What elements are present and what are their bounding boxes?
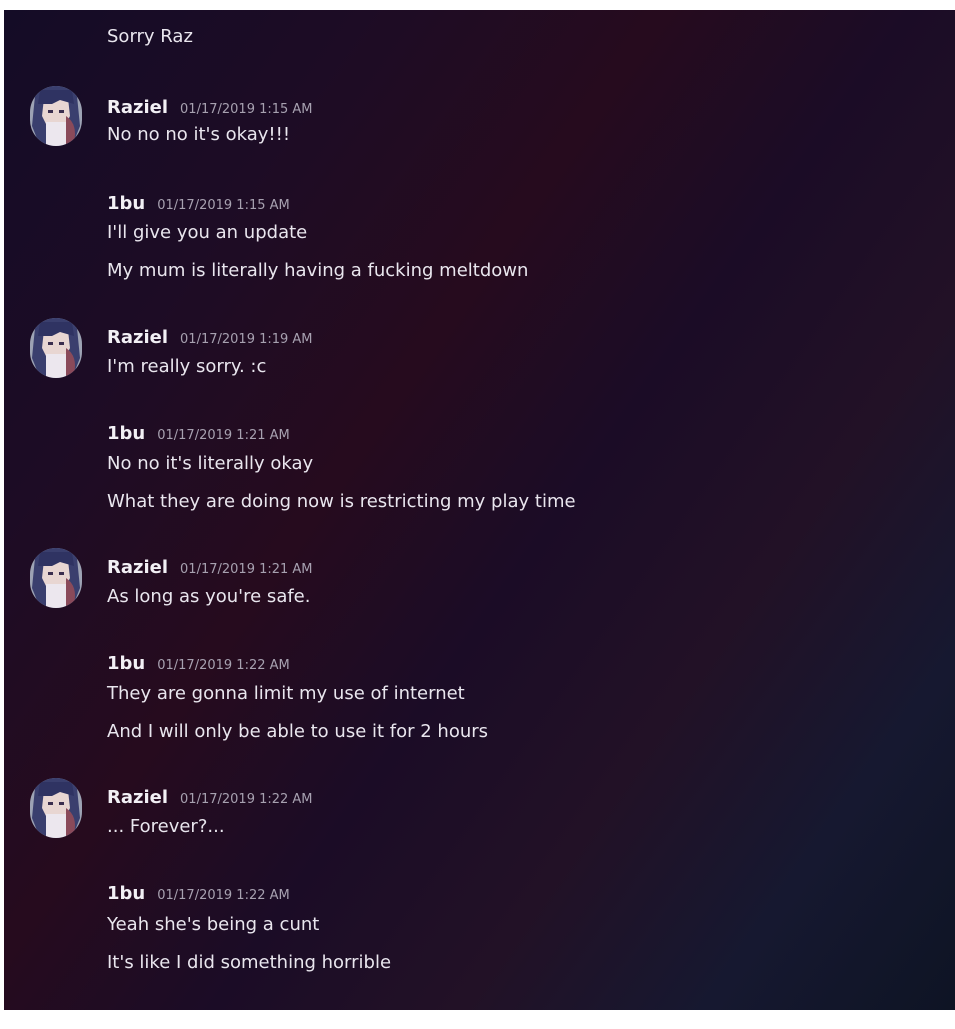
message-line: No no it's literally okay — [107, 453, 314, 474]
username[interactable]: Raziel — [107, 786, 168, 810]
timestamp: 01/17/2019 1:19 AM — [180, 332, 313, 347]
timestamp: 01/17/2019 1:21 AM — [180, 562, 313, 577]
message-line: Sorry Raz — [107, 26, 193, 47]
timestamp: 01/17/2019 1:22 AM — [157, 888, 290, 903]
message-line: As long as you're safe. — [107, 586, 311, 607]
timestamp: 01/17/2019 1:22 AM — [180, 792, 313, 807]
avatar[interactable] — [30, 778, 82, 838]
anime-character-avatar-icon — [30, 318, 82, 378]
avatar[interactable] — [30, 318, 82, 378]
username[interactable]: Raziel — [107, 556, 168, 580]
message-line: ... Forever?... — [107, 816, 225, 837]
timestamp: 01/17/2019 1:22 AM — [157, 658, 290, 673]
username[interactable]: 1bu — [107, 882, 145, 906]
message-line: What they are doing now is restricting m… — [107, 491, 576, 512]
message-line: It's like I did something horrible — [107, 952, 392, 973]
anime-character-avatar-icon — [30, 86, 82, 146]
username[interactable]: Raziel — [107, 96, 168, 120]
anime-character-avatar-icon — [30, 548, 82, 608]
username[interactable]: 1bu — [107, 422, 145, 446]
username[interactable]: 1bu — [107, 652, 145, 676]
message-line: My mum is literally having a fucking mel… — [107, 260, 529, 281]
avatar[interactable] — [30, 548, 82, 608]
message-line: I'll give you an update — [107, 222, 308, 243]
avatar[interactable] — [30, 86, 82, 146]
chat-message-list: Sorry Raz Raziel 01/17/2019 1:15 AM No n… — [4, 10, 955, 1010]
message-line: They are gonna limit my use of internet — [107, 683, 465, 704]
message-line: No no no it's okay!!! — [107, 124, 291, 145]
message-line: Yeah she's being a cunt — [107, 914, 320, 935]
message-line: And I will only be able to use it for 2 … — [107, 721, 489, 742]
timestamp: 01/17/2019 1:15 AM — [157, 198, 290, 213]
message-line: I'm really sorry. :c — [107, 356, 267, 377]
anime-character-avatar-icon — [30, 778, 82, 838]
username[interactable]: 1bu — [107, 192, 145, 216]
timestamp: 01/17/2019 1:21 AM — [157, 428, 290, 443]
username[interactable]: Raziel — [107, 326, 168, 350]
timestamp: 01/17/2019 1:15 AM — [180, 102, 313, 117]
